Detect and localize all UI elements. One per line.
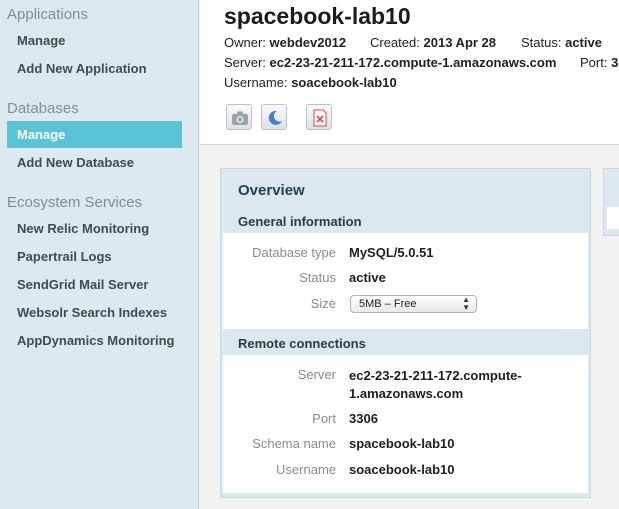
port-info: Port: 3: [580, 55, 619, 70]
main-content: Overview General information Database ty…: [200, 146, 619, 509]
sleep-button[interactable]: z: [261, 104, 287, 130]
username-label: Username: [276, 462, 336, 477]
port-value: 3306: [349, 411, 378, 426]
sidebar-item-add-new-application[interactable]: Add New Application: [17, 61, 147, 76]
database-header: spacebook-lab10 Owner: webdev2012 Create…: [200, 0, 619, 145]
size-select-value: 5MB – Free: [359, 298, 417, 310]
remote-connections-block: Server ec2-23-21-211-172.compute- 1.amaz…: [223, 355, 588, 493]
status-value: active: [349, 270, 386, 285]
delete-button[interactable]: [306, 104, 332, 130]
sidebar-item-websolr[interactable]: Websolr Search Indexes: [17, 305, 167, 320]
sidebar-item-appdynamics[interactable]: AppDynamics Monitoring: [17, 333, 174, 348]
created-info: Created: 2013 Apr 28: [370, 35, 497, 50]
schema-name-label: Schema name: [252, 436, 336, 451]
page-title: spacebook-lab10: [224, 3, 411, 29]
server-label: Server: [297, 367, 336, 382]
secondary-panel-body: [607, 207, 619, 229]
sidebar-item-papertrail[interactable]: Papertrail Logs: [17, 249, 112, 264]
sidebar-item-sendgrid[interactable]: SendGrid Mail Server: [17, 277, 149, 292]
sidebar: Applications Manage Add New Application …: [0, 0, 199, 509]
server-info: Server: ec2-23-21-211-172.compute-1.amaz…: [224, 55, 557, 70]
status-info: Status: active: [521, 35, 602, 50]
server-value: ec2-23-21-211-172.compute- 1.amazonaws.c…: [349, 368, 522, 401]
owner-info: Owner: webdev2012: [224, 35, 347, 50]
secondary-panel: [603, 168, 619, 236]
section-title-ecosystem-services: Ecosystem Services: [7, 194, 143, 211]
db-type-label: Database type: [252, 245, 336, 260]
db-type-value: MySQL/5.0.51: [349, 245, 434, 260]
camera-icon: [232, 111, 248, 125]
sidebar-item-databases-manage[interactable]: Manage: [7, 121, 182, 148]
sidebar-item-add-new-database[interactable]: Add New Database: [17, 155, 134, 170]
section-title-applications: Applications: [7, 6, 88, 23]
section-title-databases: Databases: [7, 100, 79, 117]
username-info: Username: soacebook-lab10: [224, 75, 397, 90]
sidebar-item-new-relic[interactable]: New Relic Monitoring: [17, 221, 149, 236]
overview-panel: Overview General information Database ty…: [220, 168, 591, 498]
status-label: Status: [299, 270, 336, 285]
snapshot-button[interactable]: [226, 104, 252, 130]
select-arrows-icon: ▲ ▼: [462, 295, 470, 312]
schema-name-value: spacebook-lab10: [349, 436, 455, 451]
general-info-block: Database type MySQL/5.0.51 Status active…: [223, 233, 588, 329]
general-info-heading: General information: [223, 211, 588, 233]
size-select[interactable]: 5MB – Free ▲ ▼: [350, 295, 477, 313]
delete-icon: [313, 109, 327, 127]
sleep-icon: z: [268, 110, 282, 125]
remote-connections-heading: Remote connections: [223, 333, 588, 355]
sidebar-item-applications-manage[interactable]: Manage: [17, 33, 65, 48]
username-value: soacebook-lab10: [349, 462, 455, 477]
size-label: Size: [310, 296, 336, 311]
overview-title: Overview: [238, 182, 305, 199]
port-label: Port: [312, 411, 336, 426]
